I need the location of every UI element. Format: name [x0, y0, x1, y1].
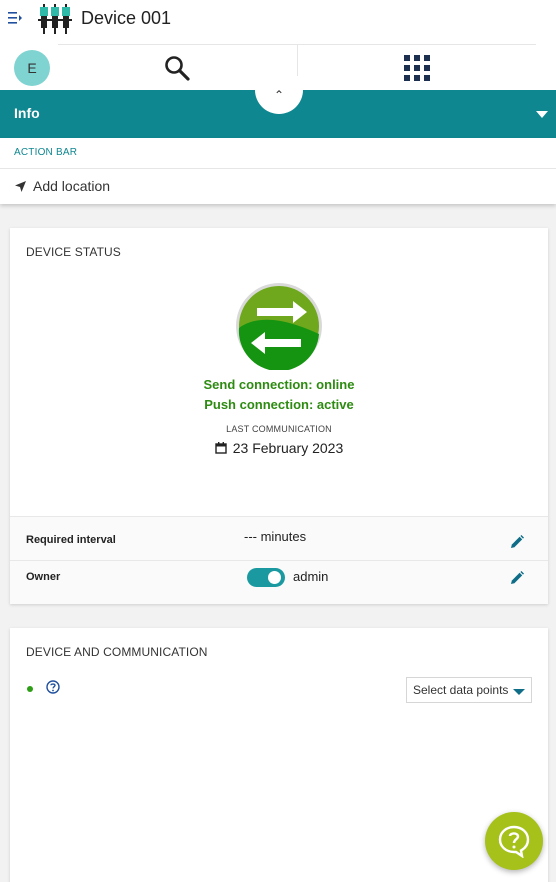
owner-value: admin — [293, 569, 329, 584]
caret-down-icon — [513, 689, 525, 695]
device-communication-title: DEVICE AND COMMUNICATION — [26, 645, 208, 659]
help-circle-icon[interactable] — [46, 680, 60, 694]
required-interval-row: Required interval --- minutes — [10, 516, 548, 560]
last-communication-date-text: 23 February 2023 — [232, 440, 344, 456]
send-connection-status: Send connection: online — [203, 377, 355, 392]
pencil-icon[interactable] — [509, 534, 525, 550]
app-switcher-button[interactable] — [298, 45, 537, 90]
page-title: Device 001 — [81, 8, 172, 28]
add-location-button[interactable]: Add location — [14, 178, 110, 194]
chevron-up-icon: ⌃ — [273, 88, 285, 102]
required-interval-value: --- minutes — [244, 529, 307, 544]
help-button[interactable] — [485, 812, 543, 870]
apps-grid-icon — [403, 54, 430, 81]
help-icon — [498, 825, 530, 858]
action-panel: ACTION BAR Add location — [0, 138, 556, 204]
device-communication-card: DEVICE AND COMMUNICATION Select data poi… — [10, 628, 548, 882]
owner-row: Owner admin — [10, 560, 548, 604]
owner-label: Owner — [26, 571, 61, 583]
location-arrow-icon — [15, 180, 26, 192]
menu-icon — [8, 12, 22, 24]
select-data-points-label: Select data points — [413, 683, 509, 697]
pencil-icon[interactable] — [509, 570, 525, 586]
connection-status-icon — [235, 282, 323, 372]
divider — [0, 168, 556, 169]
required-interval-label: Required interval — [26, 534, 116, 546]
info-title: Info — [14, 105, 40, 121]
online-dot-icon — [27, 686, 33, 692]
push-connection-status: Push connection: active — [204, 397, 354, 412]
toggle-knob — [268, 571, 281, 584]
action-bar-label: ACTION BAR — [14, 147, 78, 158]
device-icon — [38, 4, 72, 36]
owner-toggle[interactable] — [247, 568, 285, 587]
device-status-title: DEVICE STATUS — [26, 245, 121, 259]
select-data-points-dropdown[interactable]: Select data points — [406, 677, 532, 703]
menu-toggle-button[interactable] — [7, 10, 23, 26]
caret-down-icon[interactable] — [536, 111, 548, 118]
calendar-icon — [215, 442, 227, 454]
add-location-label: Add location — [33, 178, 111, 194]
search-icon — [165, 55, 190, 81]
user-avatar[interactable]: E — [14, 50, 50, 86]
last-communication-date: 23 February 2023 — [10, 440, 548, 456]
device-status-card: DEVICE STATUS Send connection: online Pu… — [10, 228, 548, 604]
last-communication-label: LAST COMMUNICATION — [226, 424, 332, 434]
